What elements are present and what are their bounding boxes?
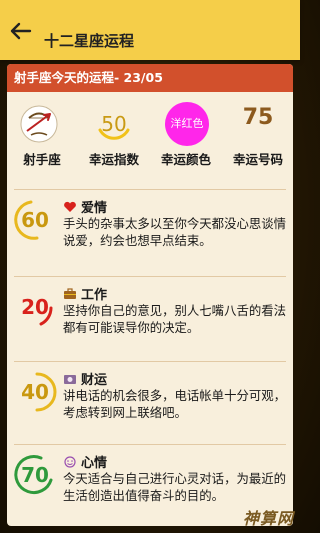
love-title: 爱情 bbox=[63, 197, 107, 216]
mood-score: 70 bbox=[11, 452, 57, 498]
top-bar: 十二星座运程 bbox=[0, 0, 300, 60]
heart-icon bbox=[63, 201, 77, 213]
horoscope-card: 射手座今天的运程- 23/05 射手座 50 幸运指数 洋红色 幸运颜色 75 … bbox=[7, 64, 293, 526]
love-title-text: 爱情 bbox=[81, 201, 108, 216]
money-icon bbox=[63, 373, 77, 385]
work-section: 20 工作 坚持你自己的意见，别人七嘴八舌的看法都有可能误导你的决定。 bbox=[7, 284, 293, 354]
page-title: 十二星座运程 bbox=[44, 32, 135, 50]
lucky-color-swatch: 洋红色 bbox=[165, 102, 209, 146]
luck-index-label: 幸运指数 bbox=[88, 152, 139, 167]
lucky-number-value: 75 bbox=[242, 105, 274, 130]
stats-row: 射手座 50 幸运指数 洋红色 幸运颜色 75 幸运号码 bbox=[7, 102, 293, 177]
zodiac-label: 射手座 bbox=[23, 152, 61, 167]
love-section: 60 爱情 手头的杂事太多以至你今天都没心思谈情说爱，约会也想早点结束。 bbox=[7, 197, 293, 267]
briefcase-icon bbox=[63, 288, 77, 300]
work-score-value: 20 bbox=[21, 295, 49, 319]
divider bbox=[14, 444, 286, 445]
love-score-value: 60 bbox=[21, 208, 49, 232]
lucky-number-label: 幸运号码 bbox=[232, 152, 283, 167]
money-section: 40 财运 讲电话的机会很多，电话帐单十分可观，考虑转到网上联络吧。 bbox=[7, 369, 293, 439]
smiley-icon bbox=[63, 456, 77, 468]
money-title: 财运 bbox=[63, 369, 107, 388]
sagittarius-icon bbox=[19, 105, 59, 143]
watermark-logo: 神算网 bbox=[242, 509, 294, 528]
back-arrow-icon[interactable] bbox=[10, 22, 32, 40]
divider bbox=[14, 189, 286, 190]
mood-title: 心情 bbox=[63, 452, 107, 471]
divider bbox=[14, 276, 286, 277]
card-heading: 射手座今天的运程- 23/05 bbox=[7, 64, 293, 92]
money-score-value: 40 bbox=[21, 380, 49, 404]
luck-index-value: 50 bbox=[101, 112, 127, 136]
mood-text: 今天适合与自己进行心灵对话，为最近的生活创造出值得奋斗的目的。 bbox=[63, 471, 287, 503]
divider bbox=[14, 361, 286, 362]
money-title-text: 财运 bbox=[81, 373, 108, 388]
mood-title-text: 心情 bbox=[81, 456, 108, 471]
love-score: 60 bbox=[11, 197, 57, 243]
lucky-color-label: 幸运颜色 bbox=[160, 152, 211, 167]
money-score: 40 bbox=[11, 369, 57, 415]
work-title: 工作 bbox=[63, 284, 107, 303]
mood-score-value: 70 bbox=[21, 463, 49, 487]
work-score: 20 bbox=[11, 284, 57, 330]
work-title-text: 工作 bbox=[81, 288, 108, 303]
work-text: 坚持你自己的意见，别人七嘴八舌的看法都有可能误导你的决定。 bbox=[63, 303, 287, 335]
money-text: 讲电话的机会很多，电话帐单十分可观，考虑转到网上联络吧。 bbox=[63, 388, 287, 420]
love-text: 手头的杂事太多以至你今天都没心思谈情说爱，约会也想早点结束。 bbox=[63, 216, 287, 248]
